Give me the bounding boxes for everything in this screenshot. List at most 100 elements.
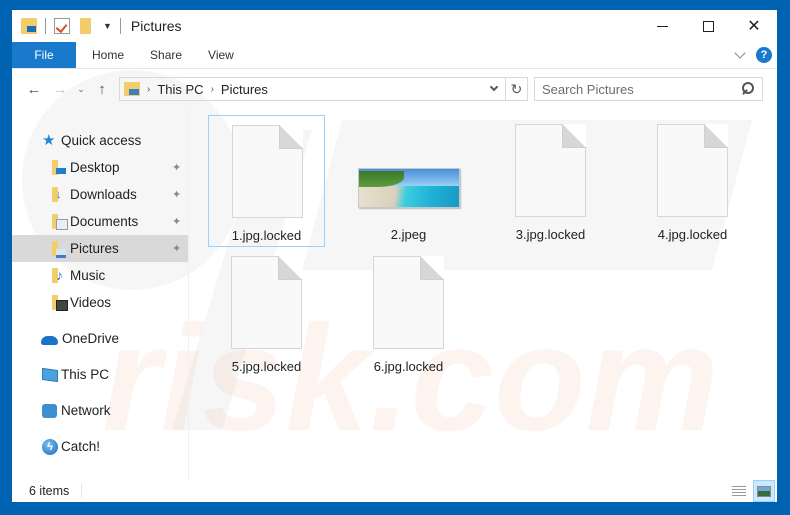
sidebar-item-label: Documents xyxy=(70,214,139,229)
qat-separator xyxy=(45,18,46,34)
page-fold xyxy=(420,256,444,280)
sidebar-item-network[interactable]: Network xyxy=(12,397,188,424)
sidebar-item-onedrive[interactable]: OneDrive xyxy=(12,325,188,352)
window-title: Pictures xyxy=(130,18,182,34)
music-folder-icon xyxy=(52,268,66,283)
sidebar-item-videos[interactable]: Videos xyxy=(12,289,188,316)
navigation-pane: ★ Quick access Desktop ✦ Downloads ✦ Doc… xyxy=(12,108,189,480)
file-item[interactable]: 5.jpg.locked xyxy=(208,247,325,379)
page-fold xyxy=(562,124,586,148)
ribbon-right-controls: ? xyxy=(734,42,772,68)
file-name: 6.jpg.locked xyxy=(373,359,444,374)
downloads-folder-icon xyxy=(52,187,66,202)
sidebar-item-label: Network xyxy=(61,403,111,418)
sidebar-item-label: This PC xyxy=(61,367,110,382)
catch-icon: ϟ xyxy=(42,438,58,455)
file-name: 1.jpg.locked xyxy=(231,228,302,243)
pictures-location-icon xyxy=(124,82,140,96)
onedrive-icon xyxy=(41,336,58,345)
sidebar-item-label: Music xyxy=(70,268,106,283)
file-name: 5.jpg.locked xyxy=(231,359,302,374)
sidebar-item-catch[interactable]: ϟ Catch! xyxy=(12,433,188,460)
maximize-icon xyxy=(702,20,714,32)
properties-check-icon[interactable] xyxy=(54,18,70,34)
window-controls: ✕ xyxy=(639,10,777,42)
file-name: 2.jpeg xyxy=(390,227,427,242)
sidebar-item-label: Pictures xyxy=(70,241,119,256)
sidebar-item-label: Desktop xyxy=(70,160,120,175)
network-icon xyxy=(42,403,57,418)
page-fold xyxy=(278,256,302,280)
file-item[interactable]: 6.jpg.locked xyxy=(350,247,467,379)
sidebar-item-this-pc[interactable]: This PC xyxy=(12,361,188,388)
close-button[interactable]: ✕ xyxy=(731,10,777,42)
sidebar-item-label: OneDrive xyxy=(62,331,120,346)
desktop-folder-icon xyxy=(52,160,66,175)
sidebar-item-pictures[interactable]: Pictures ✦ xyxy=(12,235,188,262)
star-icon: ★ xyxy=(42,132,56,149)
view-mode-buttons xyxy=(728,480,775,502)
address-bar[interactable]: › This PC › Pictures xyxy=(119,77,506,101)
breadcrumb-separator-icon[interactable]: › xyxy=(211,84,214,95)
breadcrumb-this-pc[interactable]: This PC xyxy=(157,82,203,97)
new-folder-icon[interactable] xyxy=(80,18,91,34)
details-view-icon xyxy=(732,485,746,497)
tab-file[interactable]: File xyxy=(12,42,76,68)
large-icons-view-button[interactable] xyxy=(753,480,775,502)
pin-icon[interactable]: ✦ xyxy=(172,161,182,174)
sidebar-item-music[interactable]: Music xyxy=(12,262,188,289)
help-icon[interactable]: ? xyxy=(756,47,772,63)
pin-icon[interactable]: ✦ xyxy=(172,242,182,255)
pin-icon[interactable]: ✦ xyxy=(172,188,182,201)
expand-ribbon-chevron-icon[interactable] xyxy=(734,46,746,59)
refresh-button[interactable]: ↻ xyxy=(506,77,528,101)
item-count: 6 items xyxy=(29,484,70,498)
search-input[interactable]: Search Pictures xyxy=(534,77,763,101)
recent-locations-button[interactable]: ⌄ xyxy=(73,76,89,102)
file-explorer-window: risk.com ▼ Pictures ✕ File Home Share Vi… xyxy=(12,10,777,502)
tab-view[interactable]: View xyxy=(195,42,247,68)
image-thumbnail xyxy=(358,168,460,208)
chevron-down-icon xyxy=(489,82,499,92)
details-view-button[interactable] xyxy=(728,480,750,502)
minimize-button[interactable] xyxy=(639,10,685,42)
title-bar: ▼ Pictures ✕ xyxy=(12,10,777,42)
pin-icon[interactable]: ✦ xyxy=(172,215,182,228)
sidebar-item-documents[interactable]: Documents ✦ xyxy=(12,208,188,235)
sidebar-item-label: Downloads xyxy=(70,187,137,202)
file-item[interactable]: 4.jpg.locked xyxy=(634,115,751,247)
tab-home[interactable]: Home xyxy=(76,42,137,68)
status-bar: 6 items xyxy=(12,480,777,502)
sidebar-item-desktop[interactable]: Desktop ✦ xyxy=(12,154,188,181)
videos-folder-icon xyxy=(52,295,68,311)
large-icons-view-icon xyxy=(757,485,771,497)
up-button[interactable]: ↑ xyxy=(89,76,115,102)
file-item[interactable]: 1.jpg.locked xyxy=(208,115,325,247)
breadcrumb-separator-icon[interactable]: › xyxy=(147,84,150,95)
maximize-button[interactable] xyxy=(685,10,731,42)
sidebar-item-downloads[interactable]: Downloads ✦ xyxy=(12,181,188,208)
file-list: 1.jpg.locked 2.jpeg 3.jpg.locked 4.jpg.l… xyxy=(190,108,777,480)
file-item[interactable]: 2.jpeg xyxy=(350,115,467,247)
sidebar-item-label: Quick access xyxy=(61,133,142,148)
qat-separator-2 xyxy=(119,18,121,34)
file-name: 4.jpg.locked xyxy=(657,227,728,242)
sidebar-item-quick-access[interactable]: ★ Quick access xyxy=(12,127,188,154)
customize-qat-dropdown[interactable]: ▼ xyxy=(103,21,112,31)
this-pc-icon xyxy=(42,367,58,382)
tab-share[interactable]: Share xyxy=(137,42,195,68)
file-name: 3.jpg.locked xyxy=(515,227,586,242)
minimize-icon xyxy=(656,25,668,27)
quick-access-toolbar: ▼ Pictures xyxy=(21,10,182,42)
search-icon[interactable] xyxy=(742,82,754,94)
search-placeholder: Search Pictures xyxy=(542,81,634,97)
address-history-dropdown[interactable] xyxy=(483,78,505,100)
page-fold xyxy=(704,124,728,148)
breadcrumb-pictures[interactable]: Pictures xyxy=(221,82,268,97)
forward-button[interactable]: → xyxy=(47,76,73,102)
folder-properties-icon[interactable] xyxy=(21,18,37,34)
back-button[interactable]: ← xyxy=(21,76,47,102)
navigation-bar: ← → ⌄ ↑ › This PC › Pictures ↻ Search Pi… xyxy=(12,76,777,102)
sidebar-item-label: Videos xyxy=(70,295,112,310)
file-item[interactable]: 3.jpg.locked xyxy=(492,115,609,247)
